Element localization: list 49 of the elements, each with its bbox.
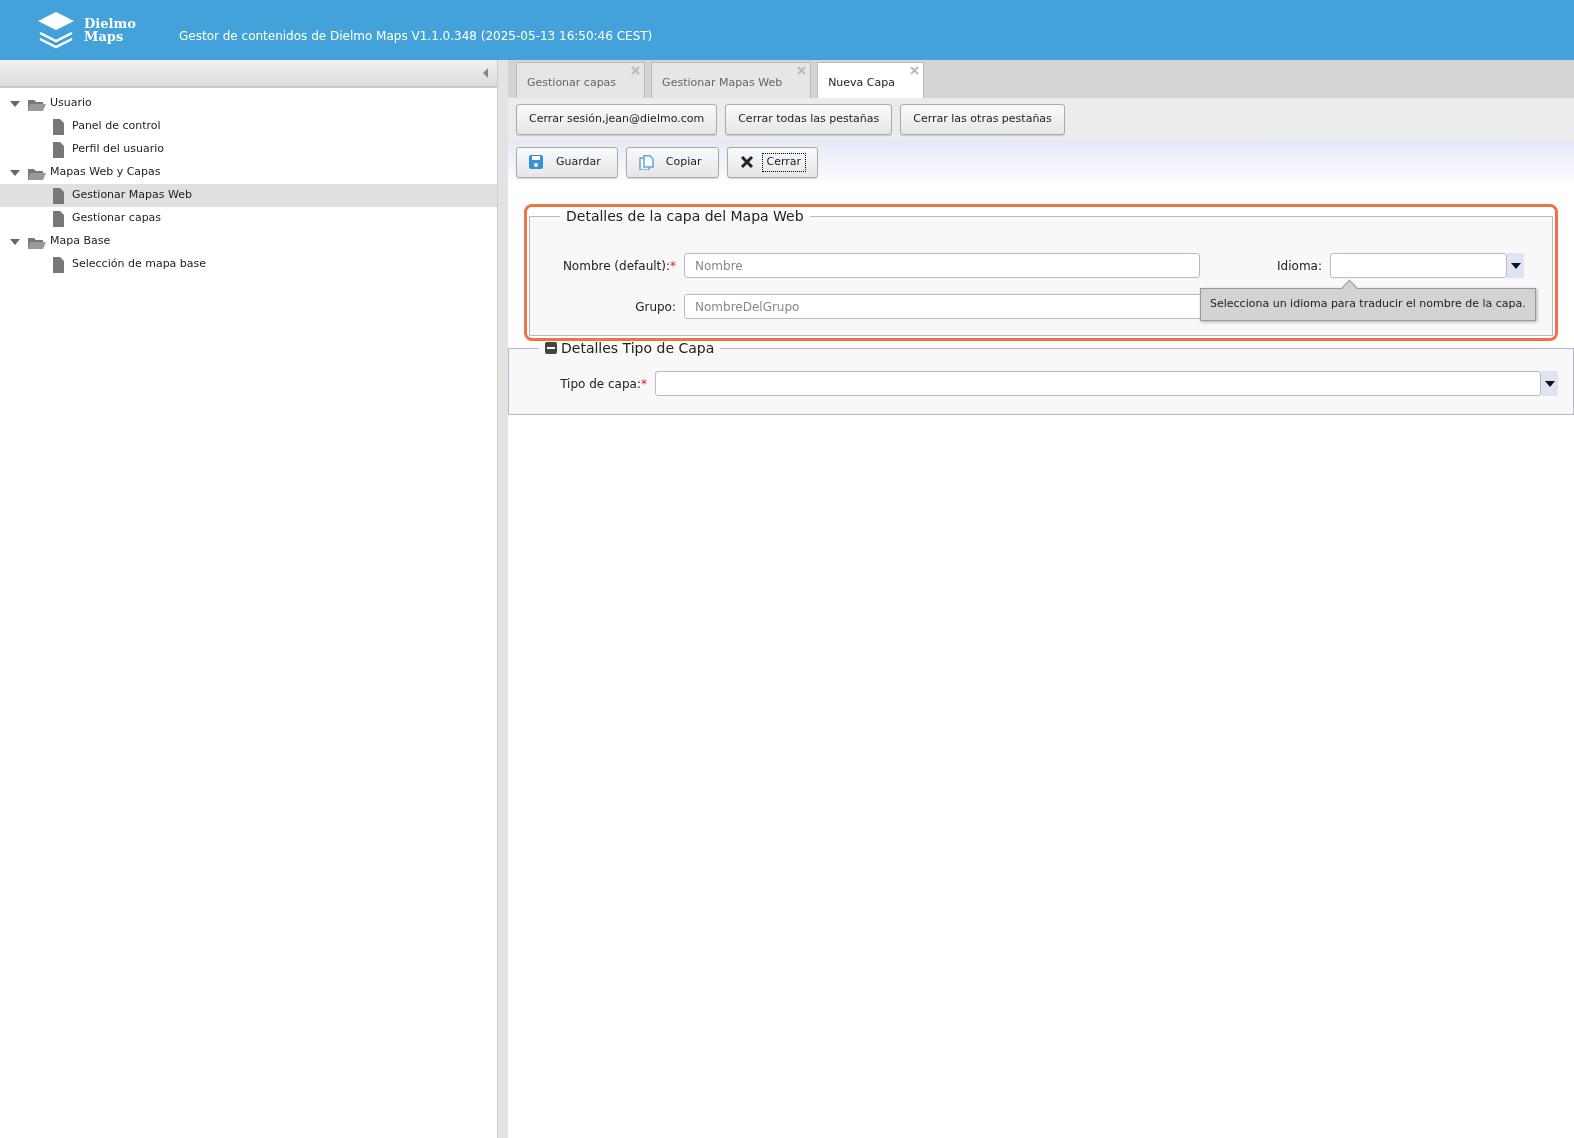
dropdown-button[interactable] xyxy=(1507,253,1524,278)
tab[interactable]: Gestionar Mapas Web xyxy=(651,62,812,98)
toolbar-button[interactable]: Cerrar todas las pestañas xyxy=(725,104,893,135)
name-field[interactable]: Nombre xyxy=(684,253,1200,278)
toolbar-button[interactable]: Cerrar las otras pestañas xyxy=(900,104,1065,135)
field-label: Nombre (default):* xyxy=(561,257,676,275)
dropdown-button[interactable] xyxy=(1541,371,1558,396)
tab[interactable]: Gestionar capas xyxy=(516,62,646,98)
action-button[interactable]: Cerrar xyxy=(726,147,819,178)
section-title: Detalles Tipo de Capa xyxy=(561,341,715,355)
logo-text: Maps xyxy=(84,30,125,43)
caret-icon xyxy=(1510,262,1521,269)
field-label: Idioma: xyxy=(1277,257,1322,275)
caret-icon xyxy=(1544,380,1555,387)
tree-item[interactable]: Gestionar capas xyxy=(72,210,162,227)
section-title: Detalles de la capa del Mapa Web xyxy=(565,209,805,223)
tree-item[interactable]: Usuario xyxy=(50,95,92,112)
collapse-icon xyxy=(482,67,489,79)
tree-item[interactable]: Panel de control xyxy=(72,118,161,135)
tree-item[interactable]: Mapas Web y Capas xyxy=(50,164,161,181)
file-icon xyxy=(52,187,65,204)
save-icon xyxy=(529,155,544,170)
field-label: Grupo: xyxy=(634,298,676,316)
app-title: Gestor de contenidos de Dielmo Maps V1.1.0.348 (2025-05-13 16:50:46 CEST) xyxy=(179,28,653,45)
tree-item[interactable]: Perfil del usuario xyxy=(72,141,165,158)
file-icon xyxy=(52,141,65,158)
layer-type-field[interactable] xyxy=(655,371,1541,396)
tree-item[interactable]: Selección de mapa base xyxy=(72,256,207,273)
close-icon[interactable] xyxy=(910,66,919,75)
splitter[interactable] xyxy=(498,60,508,1138)
action-button[interactable]: Copiar xyxy=(625,147,719,178)
close-icon xyxy=(739,155,755,170)
file-icon xyxy=(52,118,65,135)
language-field[interactable] xyxy=(1330,253,1507,278)
copy-icon xyxy=(638,155,654,170)
logo-text: Dielmo xyxy=(84,17,136,30)
close-icon[interactable] xyxy=(797,66,807,75)
tree-item[interactable]: Mapa Base xyxy=(50,233,111,250)
close-icon[interactable] xyxy=(631,66,641,75)
toolbar-button[interactable]: Cerrar sesión,jean@dielmo.com xyxy=(516,104,718,135)
action-button[interactable]: Guardar xyxy=(516,147,618,178)
logo-icon xyxy=(36,10,76,50)
tree-item[interactable]: Gestionar Mapas Web xyxy=(72,187,193,204)
collapse-toggle-icon[interactable] xyxy=(545,342,557,354)
file-icon xyxy=(52,210,65,227)
field-label: Tipo de capa:* xyxy=(559,375,647,393)
tooltip: Selecciona un idioma para traducir el nombre de la capa. xyxy=(1200,288,1536,321)
file-icon xyxy=(52,256,65,273)
tab[interactable]: Nueva Capa xyxy=(817,62,924,98)
